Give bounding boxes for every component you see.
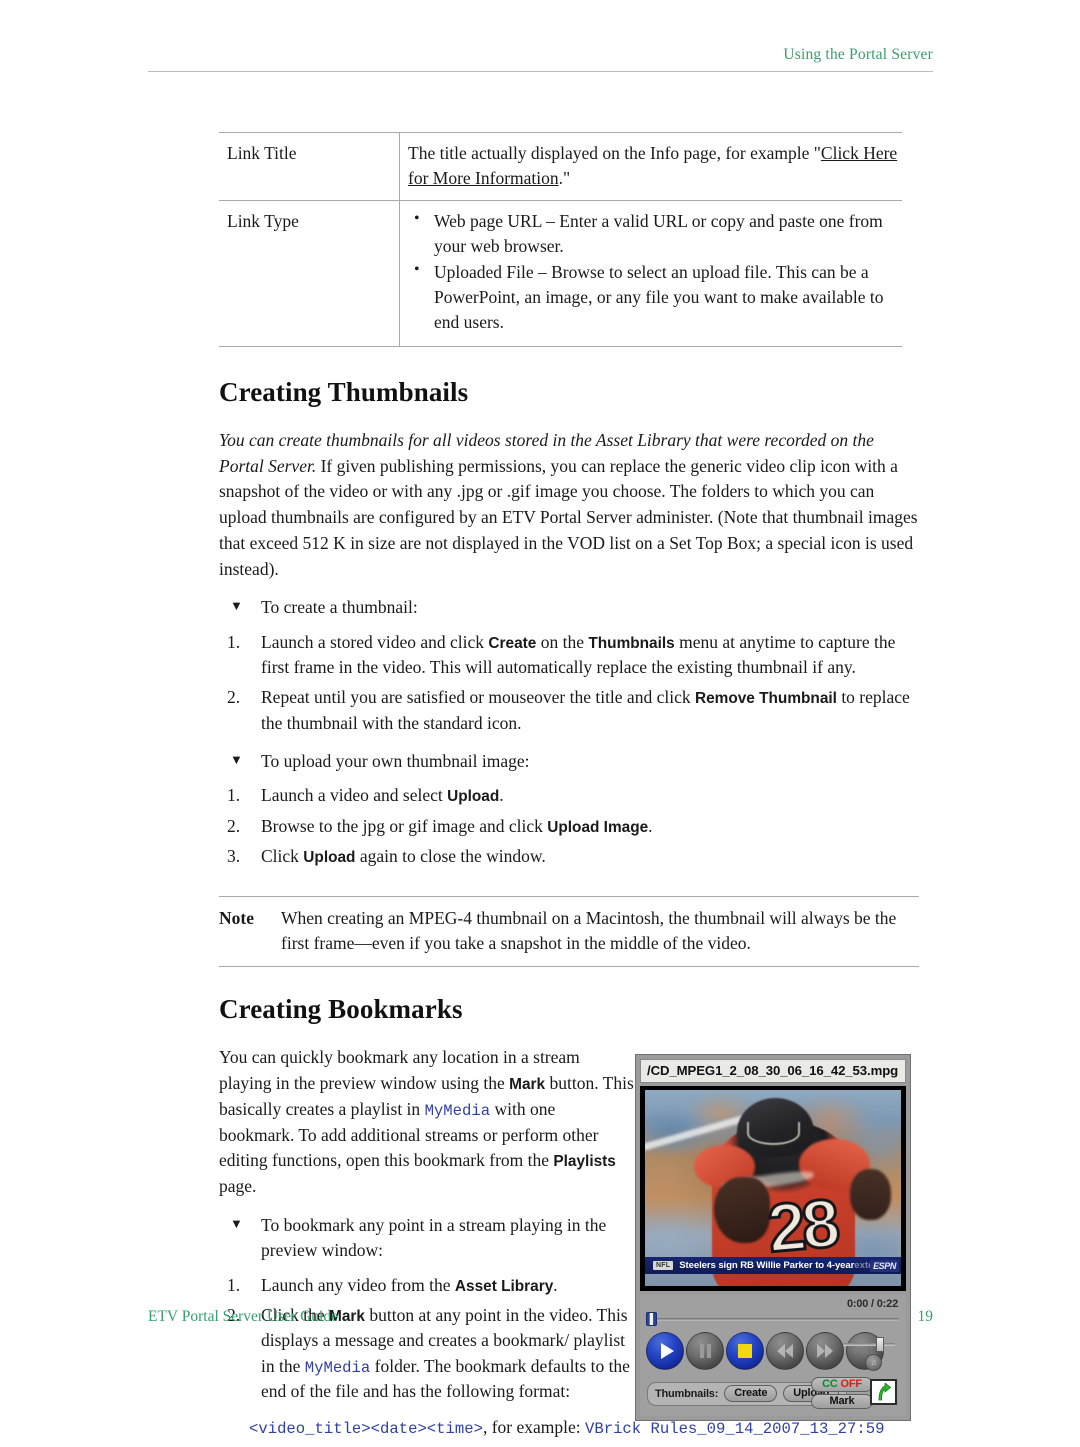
bookmarks-body-area: You can quickly bookmark any location in… xyxy=(219,1045,919,1422)
table-cell-label: Link Type xyxy=(219,200,400,347)
espn-logo-icon: ESPN xyxy=(870,1259,899,1272)
jersey-number: 28 xyxy=(763,1184,840,1269)
list-item: Uploaded File – Browse to select an uplo… xyxy=(408,259,898,335)
table-row: Link Title The title actually displayed … xyxy=(219,132,903,201)
note-label: Note xyxy=(219,907,254,928)
pause-icon xyxy=(699,1344,711,1359)
list-item: 1. Launch any video from the Asset Libra… xyxy=(219,1273,634,1298)
page-footer: ETV Portal Server User Guide 19 xyxy=(148,1308,933,1326)
play-button[interactable] xyxy=(646,1332,684,1371)
document-page: Using the Portal Server Link Title The t… xyxy=(0,0,1080,1438)
steps-upload-thumbnail: 1. Launch a video and select Upload. 2. … xyxy=(219,783,919,869)
footer-page-number: 19 xyxy=(917,1308,934,1325)
page-header: Using the Portal Server xyxy=(148,46,933,72)
pause-button[interactable] xyxy=(686,1332,724,1371)
volume-track[interactable] xyxy=(843,1343,895,1347)
procedure-heading-label: To create a thumbnail: xyxy=(261,597,418,618)
step-number: 2. xyxy=(227,687,241,708)
step-text: Launch a video and select Upload. xyxy=(261,785,504,806)
video-player-screenshot: /CD_MPEG1_2_08_30_06_16_42_53.mpg 28 NFL… xyxy=(635,1054,911,1422)
step-number: 2. xyxy=(227,815,241,836)
thumbnails-label: Thumbnails: xyxy=(655,1387,719,1400)
triangle-marker-icon: ▼ xyxy=(230,1215,243,1231)
table-cell-label: Link Title xyxy=(219,132,400,201)
list-item: 1. Launch a video and select Upload. xyxy=(219,783,919,808)
volume-thumb[interactable] xyxy=(876,1337,884,1353)
thumbnails-intro-rest: If given publishing permissions, you can… xyxy=(219,455,918,579)
list-item: 2. Repeat until you are satisfied or mou… xyxy=(219,685,919,736)
cc-label: CC xyxy=(822,1378,838,1391)
volume-control[interactable]: ♫ xyxy=(843,1334,899,1374)
note-inner: Note When creating an MPEG-4 thumbnail o… xyxy=(219,906,919,957)
step-number: 1. xyxy=(227,631,241,652)
stop-button[interactable] xyxy=(726,1332,764,1371)
cc-state-label: OFF xyxy=(840,1378,862,1391)
table-cell-description: Web page URL – Enter a valid URL or copy… xyxy=(400,200,903,346)
procedure-heading-label: To upload your own thumbnail image: xyxy=(261,751,530,772)
news-ticker: NFL Steelers sign RB Willie Parker to 4-… xyxy=(645,1257,901,1275)
bookmarks-text-column: You can quickly bookmark any location in… xyxy=(219,1045,634,1404)
note-text: When creating an MPEG-4 thumbnail on a M… xyxy=(281,907,897,953)
page-content: Link Title The title actually displayed … xyxy=(219,132,919,1447)
thumbnails-intro-paragraph: You can create thumbnails for all videos… xyxy=(219,428,919,582)
player-title-bar: /CD_MPEG1_2_08_30_06_16_42_53.mpg xyxy=(640,1059,906,1084)
procedure-heading-create-thumbnail: ▼ To create a thumbnail: xyxy=(219,595,919,620)
list-item: 1. Launch a stored video and click Creat… xyxy=(219,630,919,681)
table-row: Link Type Web page URL – Enter a valid U… xyxy=(219,200,903,347)
nfl-logo-icon: NFL xyxy=(653,1261,674,1271)
transport-button-row: FULL ♫ xyxy=(645,1328,901,1374)
procedure-heading-upload-thumbnail: ▼ To upload your own thumbnail image: xyxy=(219,749,919,774)
section-heading-creating-bookmarks: Creating Bookmarks xyxy=(219,994,463,1025)
ticker-headline: Steelers sign RB Willie Parker to 4-year xyxy=(679,1260,855,1272)
step-number: 1. xyxy=(227,1274,241,1295)
closed-caption-toggle[interactable]: CC OFF xyxy=(811,1377,873,1393)
go-arrow-button[interactable] xyxy=(870,1379,897,1406)
step-number: 1. xyxy=(227,785,241,806)
video-frame: 28 NFL Steelers sign RB Willie Parker to… xyxy=(645,1090,901,1287)
step-text: Launch any video from the Asset Library. xyxy=(261,1274,558,1295)
triangle-marker-icon: ▼ xyxy=(230,752,243,768)
section-heading-creating-thumbnails: Creating Thumbnails xyxy=(219,376,469,407)
player-arm-right xyxy=(849,1168,891,1220)
create-thumbnail-button[interactable]: Create xyxy=(724,1385,778,1403)
step-text: Launch a stored video and click Create o… xyxy=(261,631,896,677)
step-number: 3. xyxy=(227,846,241,867)
cc-and-mark-group: CC OFF Mark xyxy=(811,1377,873,1410)
procedure-heading-bookmark-point: ▼ To bookmark any point in a stream play… xyxy=(219,1213,634,1264)
procedure-heading-label: To bookmark any point in a stream playin… xyxy=(261,1214,607,1261)
steps-create-thumbnail: 1. Launch a stored video and click Creat… xyxy=(219,630,919,737)
fast-forward-button[interactable] xyxy=(806,1332,844,1371)
header-divider xyxy=(148,71,933,72)
player-bottom-row: Thumbnails: Create Upload CC OFF Mark xyxy=(645,1376,901,1410)
link-title-desc-post: ." xyxy=(558,167,571,188)
list-item: 3. Click Upload again to close the windo… xyxy=(219,844,919,869)
link-type-bullet-list: Web page URL – Enter a valid URL or copy… xyxy=(408,208,898,335)
steps-bookmark-point: 1. Launch any video from the Asset Libra… xyxy=(219,1273,634,1405)
fast-forward-icon xyxy=(817,1344,833,1359)
link-parameters-table: Link Title The title actually displayed … xyxy=(219,132,902,347)
list-item: Web page URL – Enter a valid URL or copy… xyxy=(408,208,898,259)
player-arm-left xyxy=(714,1176,771,1244)
running-header-title: Using the Portal Server xyxy=(783,46,933,63)
footer-guide-title: ETV Portal Server User Guide xyxy=(148,1308,338,1325)
rewind-icon xyxy=(777,1344,793,1359)
triangle-marker-icon: ▼ xyxy=(230,598,243,614)
step-text: Browse to the jpg or gif image and click… xyxy=(261,815,653,836)
play-icon xyxy=(660,1343,674,1360)
step-text: Click Upload again to close the window. xyxy=(261,846,546,867)
step-text: Repeat until you are satisfied or mouseo… xyxy=(261,687,910,733)
rewind-button[interactable] xyxy=(766,1332,804,1371)
table-cell-description: The title actually displayed on the Info… xyxy=(400,133,903,201)
note-block: Note When creating an MPEG-4 thumbnail o… xyxy=(219,895,919,968)
link-title-desc-pre: The title actually displayed on the Info… xyxy=(408,143,821,163)
bookmarks-intro-paragraph: You can quickly bookmark any location in… xyxy=(219,1047,634,1197)
video-stage: 28 NFL Steelers sign RB Willie Parker to… xyxy=(640,1086,906,1292)
stop-icon xyxy=(738,1344,752,1359)
list-item: 2. Browse to the jpg or gif image and cl… xyxy=(219,814,919,839)
green-arrow-icon xyxy=(878,1383,891,1401)
speaker-icon[interactable]: ♫ xyxy=(865,1354,882,1372)
